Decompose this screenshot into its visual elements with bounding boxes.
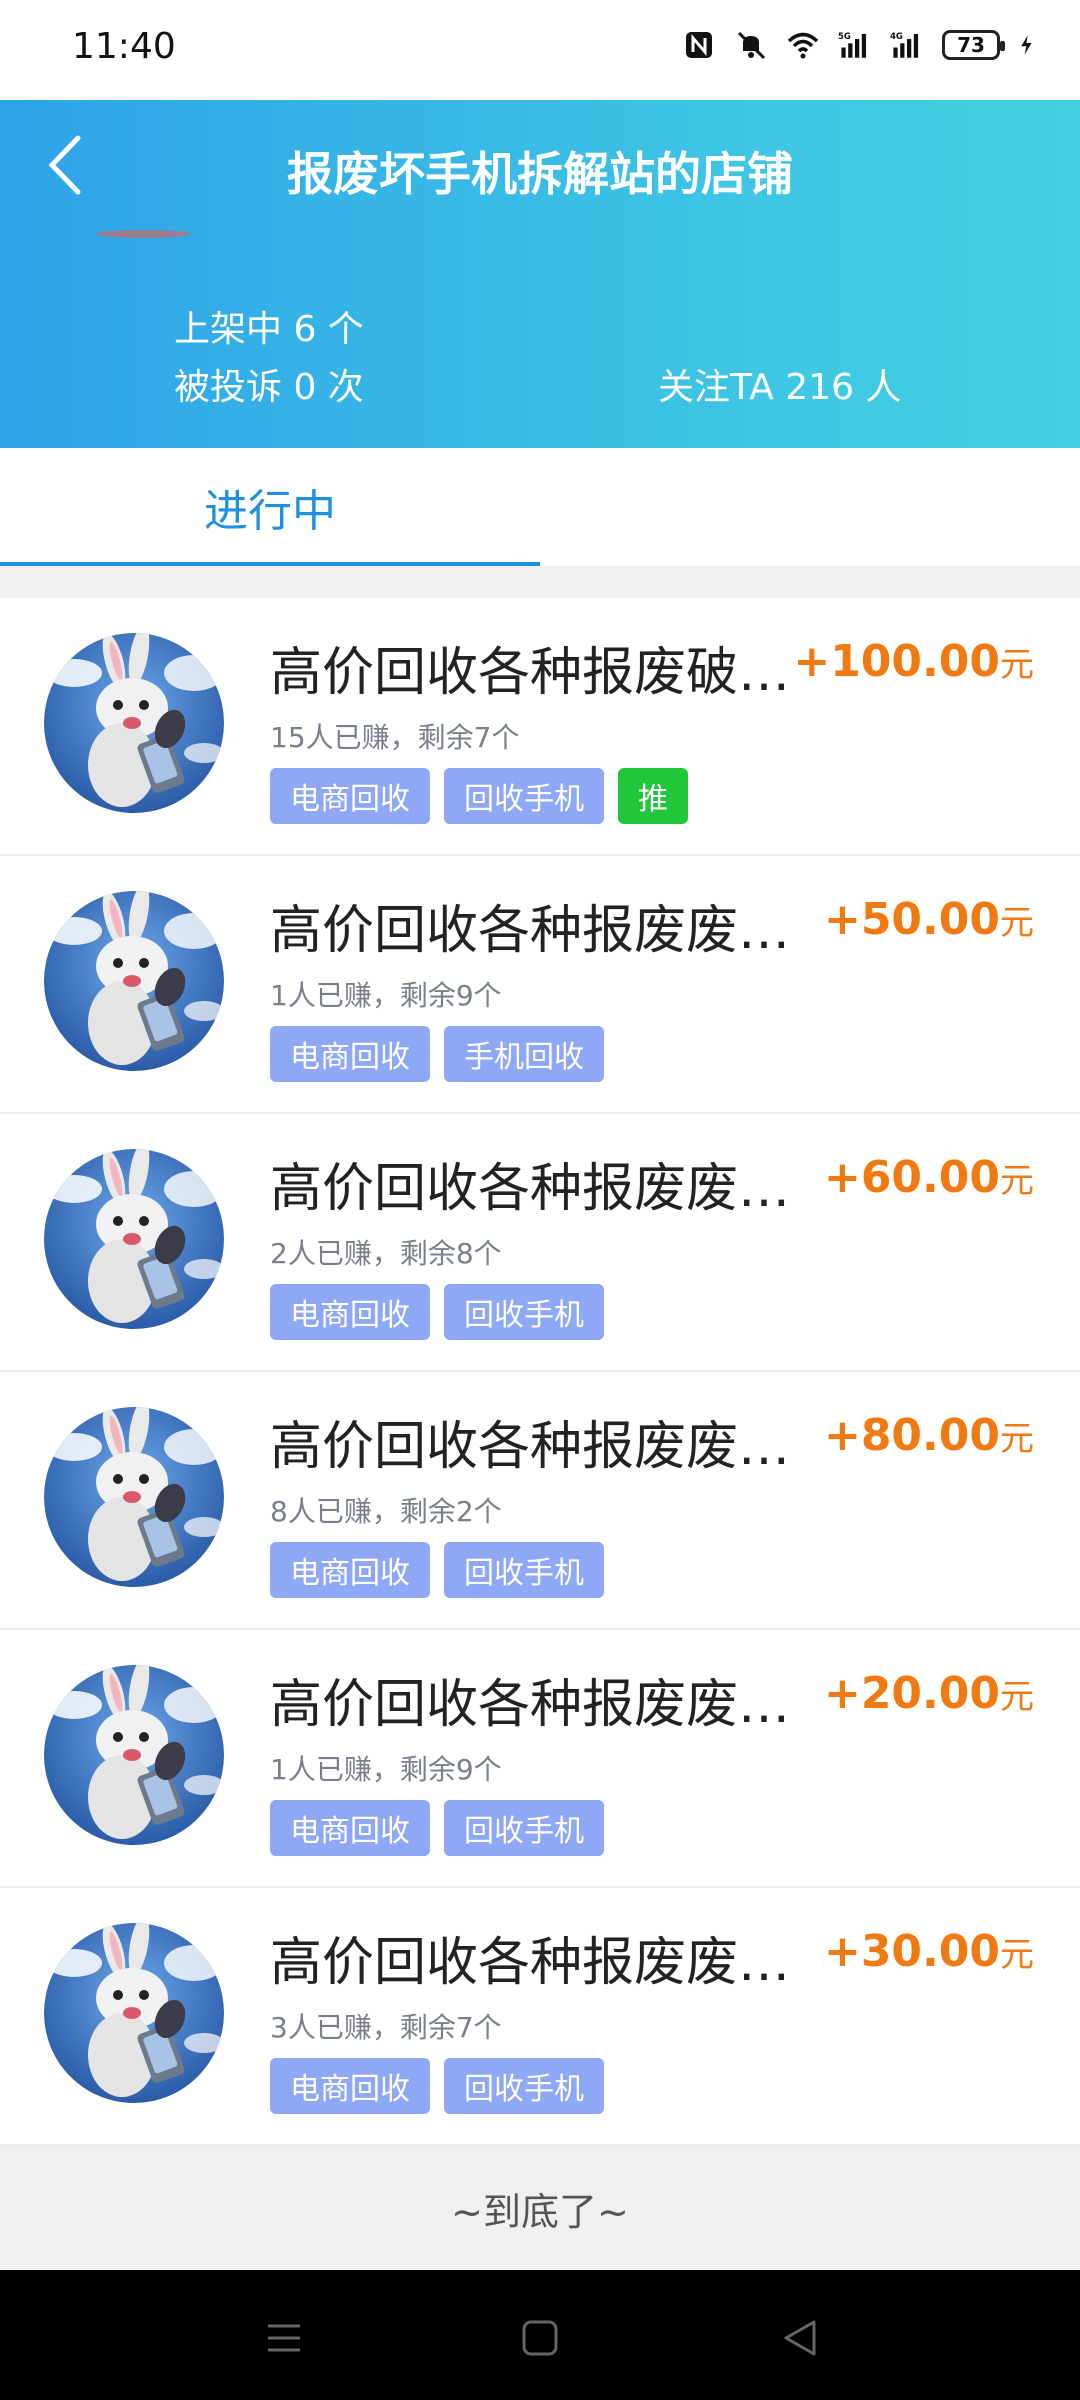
price-value: +100.00 [793,636,1000,687]
item-title: 高价回收各种报废废旧… [270,901,810,961]
tab-bar: 进行中 [0,448,1080,566]
tag-group: 电商回收 回收手机 [270,1800,604,1856]
avatar [44,1149,224,1329]
avatar [44,891,224,1071]
reward-price: +50.00元 [824,894,1034,945]
recommend-badge: 推 [618,768,688,824]
tag-group: 电商回收 手机回收 [270,1026,604,1082]
price-unit: 元 [1000,1935,1034,1975]
status-time: 11:40 [72,26,176,67]
item-title: 高价回收各种报废废旧… [270,1675,810,1735]
reward-price: +60.00元 [824,1152,1034,1203]
list-item[interactable]: 高价回收各种报废破… +100.00元 15人已赚，剩余7个 电商回收 回收手机推 [0,598,1080,856]
avatar [44,1923,224,2103]
list-item[interactable]: 高价回收各种报废废旧… +60.00元 2人已赚，剩余8个 电商回收 回收手机 [0,1114,1080,1372]
battery-icon: 73 [942,30,1005,60]
mute-icon [737,31,766,60]
price-value: +20.00 [823,1668,1000,1719]
item-title: 高价回收各种报废废旧… [270,1417,810,1477]
5g-signal-icon: 5G [838,32,867,58]
wifi-icon [787,32,819,59]
back-icon[interactable] [770,2308,830,2368]
reward-price: +20.00元 [824,1668,1034,1719]
category-tag: 电商回收 [270,1284,430,1340]
tag-group: 电商回收 回收手机推 [270,768,688,824]
reward-price: +30.00元 [824,1926,1034,1977]
list-item[interactable]: 高价回收各种报废废旧… +80.00元 8人已赚，剩余2个 电商回收 回收手机 [0,1372,1080,1630]
complaint-count: 被投诉 0 次 [174,367,364,408]
category-tag: 回收手机 [444,1284,604,1340]
tab-indicator [0,562,540,566]
item-title: 高价回收各种报废破… [270,643,791,703]
item-title: 高价回收各种报废废旧… [270,1159,810,1219]
tag-group: 电商回收 回收手机 [270,2058,604,2114]
price-value: +80.00 [823,1410,1000,1461]
earned-count: 3人已赚，剩余7个 [270,2011,502,2044]
earned-count: 15人已赚，剩余7个 [270,721,520,754]
home-icon[interactable] [510,2308,570,2368]
header-decoration [96,230,191,238]
earned-count: 1人已赚，剩余9个 [270,979,502,1012]
price-unit: 元 [1000,903,1034,943]
price-value: +30.00 [823,1926,1000,1977]
earned-count: 1人已赚，剩余9个 [270,1753,502,1786]
4g-signal-icon: 4G [890,32,919,58]
price-value: +50.00 [823,894,1000,945]
menu-icon[interactable] [254,2308,314,2368]
avatar [44,1407,224,1587]
listing-count: 上架中 6 个 [174,309,364,350]
category-tag: 回收手机 [444,1800,604,1856]
status-icons: 5G 4G 73 [682,28,1040,62]
svg-text:4G: 4G [890,32,903,42]
task-list: 高价回收各种报废破… +100.00元 15人已赚，剩余7个 电商回收 回收手机推… [0,598,1080,2146]
battery-level: 73 [957,33,985,57]
list-item[interactable]: 高价回收各种报废废旧… +20.00元 1人已赚，剩余9个 电商回收 回收手机 [0,1630,1080,1888]
page-title: 报废坏手机拆解站的店铺 [287,147,793,201]
category-tag: 电商回收 [270,1800,430,1856]
shop-header: 报废坏手机拆解站的店铺 上架中 6 个 被投诉 0 次 关注TA 216 人 [0,100,1080,448]
end-of-list-note: ~到底了~ [0,2146,1080,2270]
charging-icon [1021,35,1032,55]
price-value: +60.00 [823,1152,1000,1203]
item-title: 高价回收各种报废废旧… [270,1933,810,1993]
list-item[interactable]: 高价回收各种报废废旧… +30.00元 3人已赚，剩余7个 电商回收 回收手机 [0,1888,1080,2146]
avatar [44,633,224,813]
tag-group: 电商回收 回收手机 [270,1284,604,1340]
category-tag: 电商回收 [270,1026,430,1082]
category-tag: 回收手机 [444,768,604,824]
tag-group: 电商回收 回收手机 [270,1542,604,1598]
price-unit: 元 [1000,1419,1034,1459]
category-tag: 电商回收 [270,1542,430,1598]
category-tag: 回收手机 [444,2058,604,2114]
reward-price: +100.00元 [793,636,1034,687]
category-tag: 电商回收 [270,768,430,824]
price-unit: 元 [1000,1677,1034,1717]
reward-price: +80.00元 [824,1410,1034,1461]
system-nav-bar [0,2270,1080,2400]
earned-count: 2人已赚，剩余8个 [270,1237,502,1270]
avatar [44,1665,224,1845]
price-unit: 元 [1000,1161,1034,1201]
earned-count: 8人已赚，剩余2个 [270,1495,502,1528]
tab-in-progress[interactable]: 进行中 [0,448,540,566]
follower-count[interactable]: 关注TA 216 人 [658,358,901,410]
svg-text:5G: 5G [838,32,851,42]
category-tag: 回收手机 [444,1542,604,1598]
category-tag: 手机回收 [444,1026,604,1082]
category-tag: 电商回收 [270,2058,430,2114]
price-unit: 元 [1000,645,1034,685]
list-item[interactable]: 高价回收各种报废废旧… +50.00元 1人已赚，剩余9个 电商回收 手机回收 [0,856,1080,1114]
status-bar: 11:40 5G 4G 73 [0,0,1080,100]
nfc-icon [686,32,712,58]
